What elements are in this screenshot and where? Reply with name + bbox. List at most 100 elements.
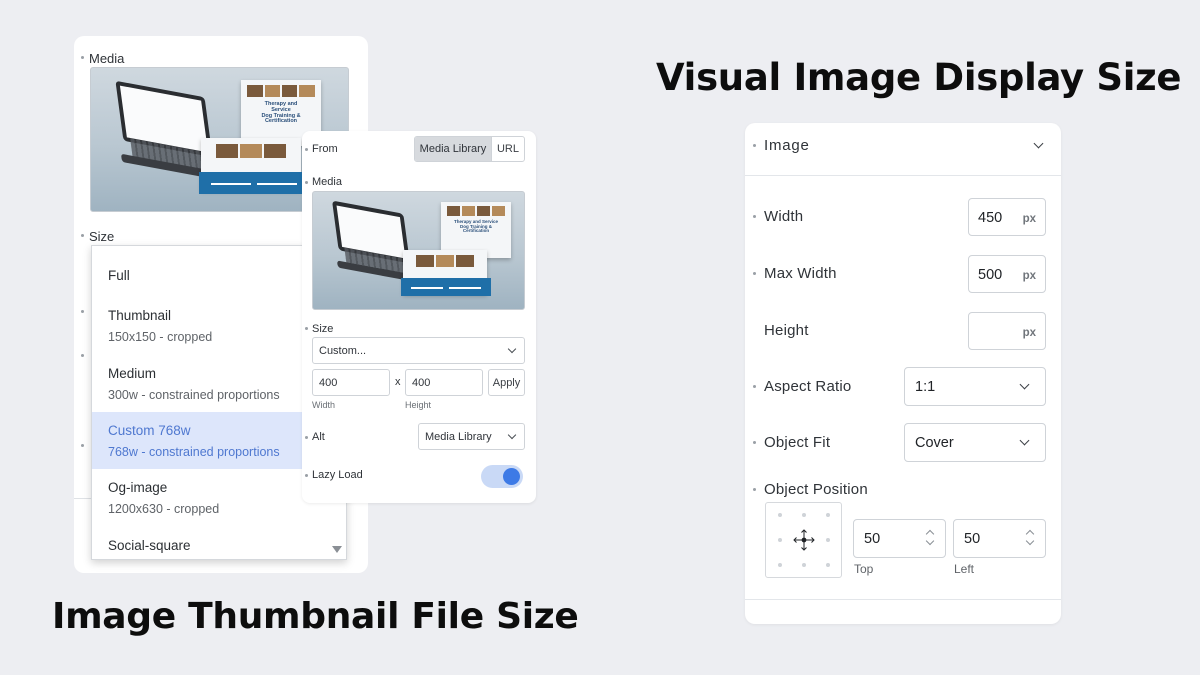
source-toggle: Media Library URL (414, 136, 525, 162)
height-label: Height (764, 322, 809, 339)
chevron-down-icon (507, 344, 517, 354)
height-input[interactable]: px (968, 312, 1046, 350)
max-width-value: 500 (978, 267, 1003, 283)
aspect-ratio-bullet (753, 385, 756, 388)
times-sign: x (395, 376, 401, 388)
image-settings-panel: Image Width 450 px Max Width 500 px Heig… (745, 123, 1061, 624)
height-unit: px (1022, 327, 1036, 339)
aspect-ratio-value: 1:1 (915, 379, 936, 395)
max-width-unit: px (1022, 270, 1036, 282)
lazy-load-bullet (305, 474, 308, 477)
width-label: Width (764, 208, 804, 225)
chevron-down-icon (1019, 379, 1030, 390)
width-caption: Width (312, 400, 336, 410)
object-position-bullet (753, 488, 756, 491)
size-label: Size (312, 323, 334, 335)
hidden-row-bullet (81, 354, 84, 357)
media-bullet (305, 181, 308, 184)
max-width-bullet (753, 272, 756, 275)
section-divider (745, 599, 1061, 600)
size-bullet (305, 327, 308, 330)
position-left-value: 50 (964, 531, 981, 547)
media-bullet (81, 56, 84, 59)
position-left-caption: Left (954, 562, 975, 576)
hidden-row-bullet (81, 444, 84, 447)
position-top-caption: Top (854, 562, 874, 576)
grid-point[interactable] (778, 513, 782, 517)
apply-button[interactable]: Apply (488, 369, 525, 396)
width-bullet (753, 215, 756, 218)
source-media-library-button[interactable]: Media Library (415, 137, 491, 161)
middle-settings-panel: From Media Library URL Media Therapy and… (302, 131, 536, 503)
move-arrows-icon[interactable] (792, 528, 816, 552)
size-select[interactable]: Custom... (312, 337, 525, 364)
from-label: From (312, 143, 338, 155)
lazy-load-toggle[interactable] (481, 465, 523, 488)
size-label: Size (89, 229, 115, 244)
size-select-value: Custom... (319, 344, 367, 357)
image-section-title: Image (764, 137, 810, 154)
media-label: Media (89, 51, 125, 66)
width-input-value: 400 (319, 376, 338, 389)
width-value: 450 (978, 210, 1003, 226)
option-detail: 1200x630 - cropped (108, 502, 220, 516)
height-input-value: 400 (412, 376, 431, 389)
alt-bullet (305, 436, 308, 439)
hidden-row-bullet (81, 310, 84, 313)
mock-heading-1: Therapy and Service (264, 101, 298, 113)
width-input[interactable]: 450 px (968, 198, 1046, 236)
chevron-down-icon (507, 430, 517, 440)
grid-point[interactable] (802, 563, 806, 567)
band-line (257, 183, 297, 185)
thumbnail-size-headline: Image Thumbnail File Size (52, 596, 579, 637)
alt-label: Alt (312, 431, 325, 443)
scroll-down-icon[interactable] (332, 546, 342, 553)
toggle-knob (503, 468, 520, 485)
aspect-ratio-select[interactable]: 1:1 (904, 367, 1046, 406)
chevron-down-icon[interactable] (1033, 138, 1044, 149)
object-fit-label: Object Fit (764, 434, 831, 451)
object-fit-bullet (753, 441, 756, 444)
display-size-headline: Visual Image Display Size (656, 56, 1182, 99)
grid-point[interactable] (778, 538, 782, 542)
object-position-label: Object Position (764, 481, 868, 498)
band-line (211, 183, 251, 185)
alt-select[interactable]: Media Library (418, 423, 525, 450)
section-divider (745, 175, 1061, 176)
size-bullet (81, 234, 84, 237)
object-fit-value: Cover (915, 435, 954, 451)
panel-divider (74, 498, 92, 499)
height-input[interactable]: 400 (405, 369, 483, 396)
media-label: Media (312, 176, 342, 188)
max-width-label: Max Width (764, 265, 837, 282)
band-line (411, 287, 443, 289)
chevron-down-icon[interactable] (1025, 536, 1035, 546)
position-top-value: 50 (864, 531, 881, 547)
position-top-input[interactable]: 50 (853, 519, 946, 558)
grid-point[interactable] (778, 563, 782, 567)
width-input[interactable]: 400 (312, 369, 390, 396)
grid-point[interactable] (826, 513, 830, 517)
source-url-button[interactable]: URL (491, 137, 524, 161)
object-fit-select[interactable]: Cover (904, 423, 1046, 462)
mock-heading-3: Certification (462, 228, 490, 234)
position-left-input[interactable]: 50 (953, 519, 1046, 558)
media-preview-image[interactable]: Therapy and Service Dog Training & Certi… (312, 191, 525, 310)
width-unit: px (1022, 213, 1036, 225)
band-line (449, 287, 481, 289)
grid-point[interactable] (826, 538, 830, 542)
image-section-bullet (753, 144, 756, 147)
option-title: Social-square (108, 538, 191, 553)
aspect-ratio-label: Aspect Ratio (764, 378, 852, 395)
from-bullet (305, 148, 308, 151)
max-width-input[interactable]: 500 px (968, 255, 1046, 293)
height-caption: Height (405, 400, 432, 410)
lazy-load-label: Lazy Load (312, 469, 363, 481)
chevron-down-icon (1019, 435, 1030, 446)
grid-point[interactable] (826, 563, 830, 567)
chevron-down-icon[interactable] (925, 536, 935, 546)
object-position-grid[interactable] (765, 502, 842, 578)
alt-select-value: Media Library (425, 430, 492, 443)
size-option-social-square[interactable]: Social-square (92, 527, 346, 559)
grid-point[interactable] (802, 513, 806, 517)
